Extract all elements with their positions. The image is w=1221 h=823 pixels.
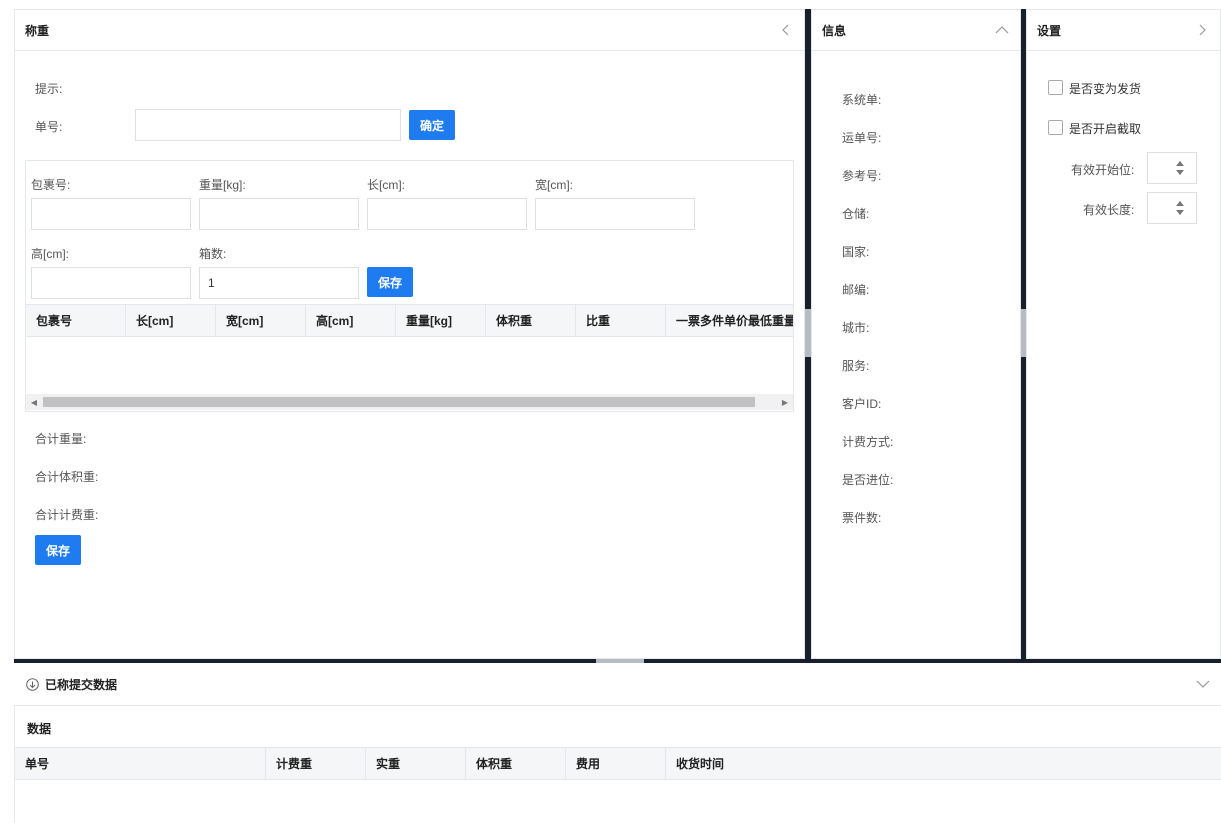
submitted-section: 已称提交数据 数据 单号 计费重 实重 体积重 费用 收货时间 [14,663,1221,823]
info-panel-header: 信息 [812,10,1020,51]
info-item: 客户ID: [842,397,882,411]
save-button[interactable]: 保存 [35,535,81,565]
settings-panel: 设置 是否变为发货 是否开启截取 有效开始位: 有效长度: [1026,9,1221,659]
weight-input[interactable] [199,198,359,230]
info-item: 系统单: [842,93,882,107]
submitted-title-group: 已称提交数据 [26,676,117,693]
info-item: 运单号: [842,131,882,145]
chevron-up-icon[interactable] [994,22,1010,38]
chevron-left-icon[interactable] [778,22,794,38]
submitted-title: 已称提交数据 [45,677,118,692]
info-item: 国家: [842,245,870,259]
length-input[interactable] [367,198,527,230]
info-item: 是否进位: [842,473,894,487]
column-header[interactable]: 一票多件单价最低重量 [666,305,793,336]
start-pos-stepper[interactable] [1147,152,1197,184]
info-item: 邮编: [842,283,870,297]
info-item: 仓储: [842,207,870,221]
column-header[interactable]: 收货时间 [666,748,1221,779]
data-section: 数据 单号 计费重 实重 体积重 费用 收货时间 [14,706,1221,823]
ship-checkbox-label[interactable]: 是否变为发货 [1069,80,1141,97]
save-row-button[interactable]: 保存 [367,267,413,297]
column-header[interactable]: 比重 [576,305,666,336]
box-count-input[interactable]: 1 [199,267,359,299]
package-table-header: 包裹号 长[cm] 宽[cm] 高[cm] 重量[kg] 体积重 比重 一票多件… [26,304,793,337]
stepper-up-icon[interactable] [1176,201,1184,206]
settings-panel-title: 设置 [1037,23,1062,38]
column-header[interactable]: 计费重 [266,748,366,779]
stepper-down-icon[interactable] [1176,210,1184,215]
intercept-checkbox[interactable] [1048,120,1063,135]
scroll-right-icon[interactable]: ▶ [777,394,793,410]
info-item: 票件数: [842,511,882,525]
weigh-panel-header: 称重 [15,10,804,51]
column-header[interactable]: 单号 [15,748,266,779]
column-header[interactable]: 长[cm] [126,305,216,336]
order-input[interactable] [135,109,401,141]
width-input[interactable] [535,198,695,230]
weight-label: 重量[kg]: [199,178,246,192]
column-header[interactable]: 高[cm] [306,305,396,336]
hint-label: 提示: [35,82,63,96]
length-stepper[interactable] [1147,192,1197,224]
chevron-right-icon[interactable] [1194,22,1210,38]
submitted-table-header: 单号 计费重 实重 体积重 费用 收货时间 [15,747,1221,780]
length-label: 长[cm]: [367,178,405,192]
height-label: 高[cm]: [31,247,69,261]
scroll-left-icon[interactable]: ◀ [26,394,42,410]
column-header[interactable]: 重量[kg] [396,305,486,336]
info-item: 服务: [842,359,870,373]
chevron-down-icon[interactable] [1195,676,1211,692]
info-item: 计费方式: [842,435,894,449]
column-header[interactable]: 体积重 [466,748,566,779]
package-no-input[interactable] [31,198,191,230]
total-charge-weight-label: 合计计费重: [35,508,99,522]
column-header[interactable]: 包裹号 [26,305,126,336]
package-table-scrollbar[interactable]: ◀ ▶ [26,394,793,410]
info-item: 城市: [842,321,870,335]
submitted-header[interactable]: 已称提交数据 [14,663,1221,706]
info-item: 参考号: [842,169,882,183]
column-header[interactable]: 实重 [366,748,466,779]
scrollbar-thumb[interactable] [43,397,755,407]
height-input[interactable] [31,267,191,299]
start-pos-label: 有效开始位: [1071,163,1135,177]
stepper-up-icon[interactable] [1176,161,1184,166]
column-header[interactable]: 费用 [566,748,666,779]
ship-checkbox[interactable] [1048,80,1063,95]
package-form-box: 包裹号: 重量[kg]: 长[cm]: 宽[cm]: 高[cm]: 箱数: 1 … [25,160,794,412]
intercept-checkbox-label[interactable]: 是否开启截取 [1069,120,1141,137]
column-header[interactable]: 体积重 [486,305,576,336]
settings-panel-header: 设置 [1027,10,1220,51]
width-label: 宽[cm]: [535,178,573,192]
package-no-label: 包裹号: [31,178,71,192]
length-setting-label: 有效长度: [1083,203,1135,217]
box-count-label: 箱数: [199,247,227,261]
data-section-title: 数据 [27,722,52,736]
column-header[interactable]: 宽[cm] [216,305,306,336]
stepper-down-icon[interactable] [1176,170,1184,175]
info-panel-title: 信息 [822,23,847,38]
confirm-button[interactable]: 确定 [409,110,455,140]
circle-arrow-down-icon [26,677,39,691]
order-label: 单号: [35,120,63,134]
weigh-panel-title: 称重 [25,23,50,38]
info-panel: 信息 系统单: 运单号: 参考号: 仓储: 国家: 邮编: 城市: 服务: 客户… [811,9,1021,659]
weigh-panel: 称重 提示: 单号: 确定 包裹号: 重量[kg]: 长[cm]: 宽[cm]:… [14,9,805,659]
total-weight-label: 合计重量: [35,432,87,446]
total-volume-weight-label: 合计体积重: [35,470,99,484]
